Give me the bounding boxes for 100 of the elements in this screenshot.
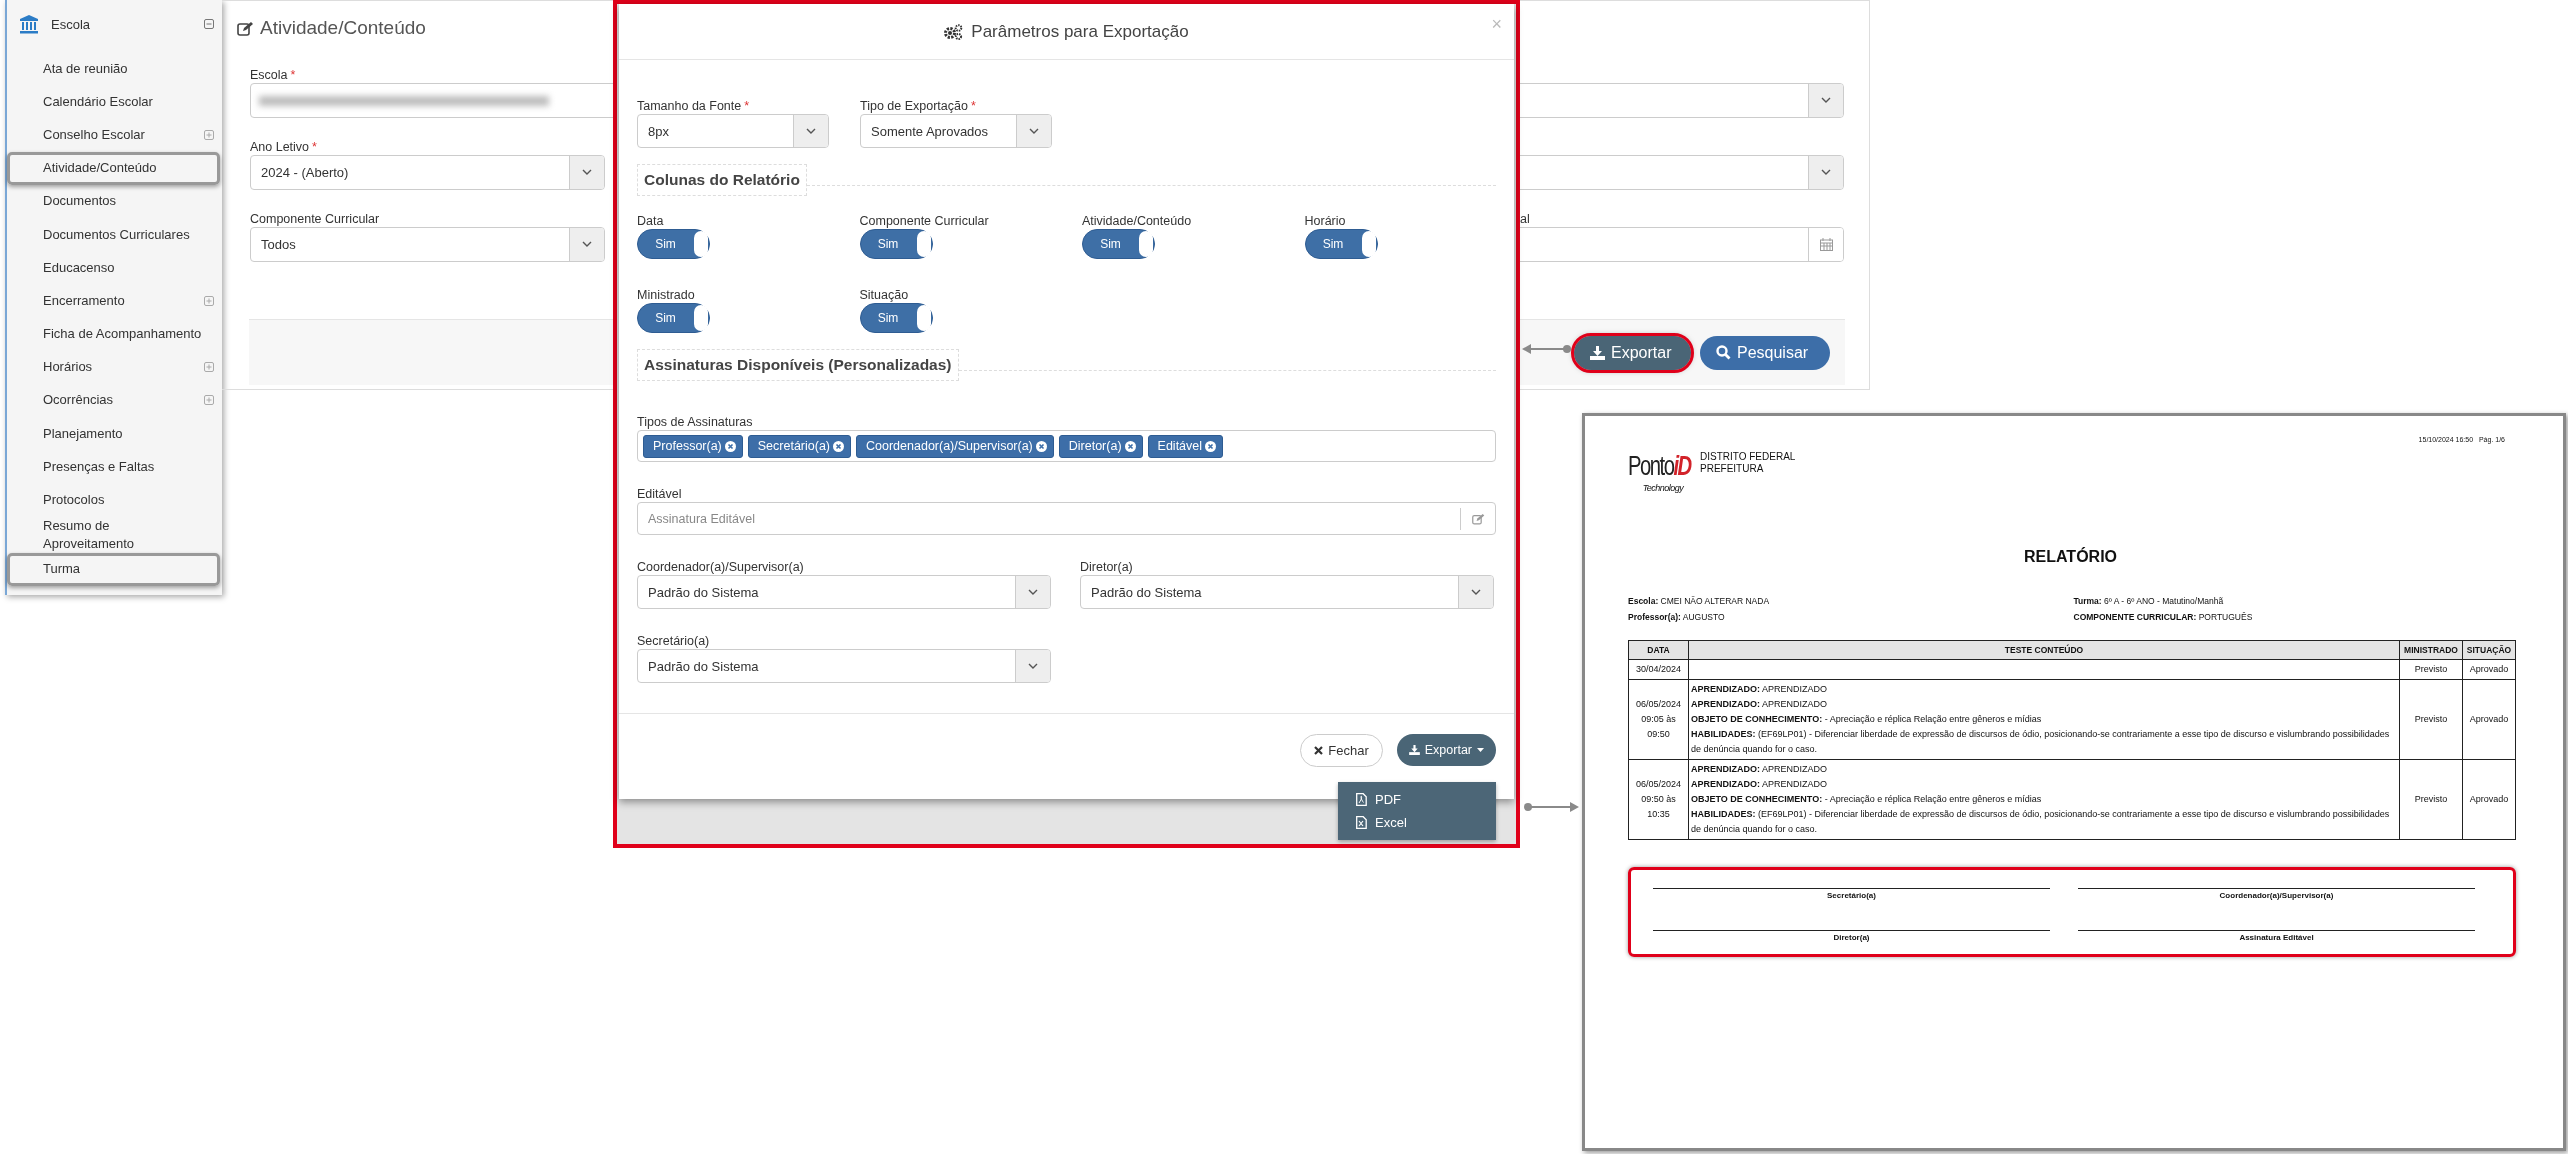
tag: Diretor(a): [1058, 434, 1143, 458]
select-field[interactable]: Todos: [250, 227, 605, 262]
highlighted-menu-item[interactable]: Turma: [7, 552, 220, 586]
search-button[interactable]: Pesquisar: [1700, 335, 1830, 370]
menu-item[interactable]: Excel: [1338, 811, 1496, 834]
caret-icon: [1477, 748, 1484, 752]
chevron-down-icon: [1028, 662, 1038, 670]
edit-icon: [237, 20, 254, 36]
menu-item[interactable]: Resumo de Aproveitamento: [7, 516, 222, 553]
calendar-icon: [1819, 238, 1833, 251]
menu-item[interactable]: PDF: [1338, 788, 1496, 811]
edit-icon: [1471, 512, 1485, 525]
field-label: Tipo de Exportação: [860, 98, 968, 114]
toggle-switch[interactable]: Sim: [1304, 229, 1378, 259]
toggle-switch[interactable]: Sim: [637, 229, 710, 259]
menu-item[interactable]: Planejamento: [7, 417, 222, 451]
bank-icon: [19, 14, 39, 34]
field-label: Diretor(a): [1080, 559, 1133, 575]
organization-name: PREFEITURA: [1700, 463, 1765, 475]
minus-square-icon[interactable]: [204, 19, 214, 29]
highlighted-menu-item[interactable]: Atividade/Conteúdo: [7, 151, 220, 185]
sidebar-section-label[interactable]: Escola: [51, 16, 192, 32]
input-field[interactable]: Assinatura Editável: [638, 510, 1460, 527]
table-cell: Aprovado: [2462, 759, 2516, 840]
select-field[interactable]: 2024 - (Aberto): [250, 155, 605, 190]
section-legend: Assinaturas Disponíveis (Personalizadas): [637, 349, 959, 381]
chevron-down-icon: [1029, 127, 1039, 135]
chevron-down-icon: [1821, 169, 1831, 176]
menu-item[interactable]: Calendário Escolar: [7, 85, 222, 119]
field-label: Tamanho da Fonte: [637, 98, 742, 114]
required-mark: *: [744, 98, 750, 114]
column-header: SITUAÇÃO: [2462, 640, 2516, 660]
close-button[interactable]: Fechar: [1300, 734, 1383, 767]
select-field[interactable]: Padrão do Sistema: [637, 649, 1051, 683]
chevron-down-icon: [1028, 588, 1038, 596]
remove-icon[interactable]: [1124, 440, 1136, 452]
menu-item[interactable]: Documentos Curriculares: [7, 217, 222, 252]
menu-item[interactable]: Encerramento: [7, 284, 222, 318]
signature-line: Secretário(a): [1653, 888, 2050, 900]
chevron-down-icon: [582, 241, 592, 248]
signature-line: Assinatura Editável: [2078, 930, 2475, 942]
remove-icon[interactable]: [1205, 440, 1217, 452]
field-label: Ministrado: [637, 287, 695, 303]
menu-item[interactable]: Ocorrências: [7, 383, 222, 418]
tag: Professor(a): [643, 434, 743, 458]
menu-item[interactable]: Educacenso: [7, 251, 222, 285]
field-label: al: [1520, 212, 1530, 226]
toggle-switch[interactable]: Sim: [859, 229, 933, 259]
menu-item[interactable]: Conselho Escolar: [7, 118, 222, 152]
input-field[interactable]: Assinatura Editável: [637, 502, 1496, 535]
chevron-down-icon: [1471, 588, 1481, 596]
field-label: Coordenador(a)/Supervisor(a): [637, 559, 804, 575]
table-cell: 06/05/2024 09:50 às 10:35: [1628, 759, 1689, 840]
spreadsheet-file-icon: [1356, 816, 1367, 829]
logo: PontoiD: [1628, 451, 1691, 481]
menu-item[interactable]: Horários: [7, 350, 222, 384]
field-label: Data: [637, 213, 664, 229]
field-label: Editável: [637, 486, 682, 502]
field-label: Tipos de Assinaturas: [637, 414, 753, 430]
report-title: RELATÓRIO: [2023, 548, 2118, 566]
tag: Secretário(a): [747, 434, 852, 458]
menu-item[interactable]: Ficha de Acompanhamento: [7, 317, 222, 351]
select-field[interactable]: Padrão do Sistema: [1080, 575, 1494, 609]
pdf-file-icon: [1356, 793, 1367, 806]
toggle-switch[interactable]: Sim: [1082, 229, 1155, 259]
remove-icon[interactable]: [1035, 440, 1047, 452]
remove-icon[interactable]: [833, 440, 845, 452]
toggle-switch[interactable]: Sim: [859, 303, 933, 333]
gears-icon: [944, 23, 964, 40]
tag: Coordenador(a)/Supervisor(a): [856, 434, 1054, 458]
table-cell: Previsto: [2399, 659, 2463, 680]
field-label: Atividade/Conteúdo: [1082, 213, 1192, 229]
required-mark: *: [290, 67, 296, 83]
section-legend: Colunas do Relatório: [637, 164, 807, 196]
menu-item[interactable]: Presenças e Faltas: [7, 450, 222, 484]
remove-icon[interactable]: [724, 440, 736, 452]
close-icon: [1314, 746, 1324, 755]
column-header: DATA: [1628, 640, 1689, 660]
chevron-down-icon: [582, 169, 592, 176]
chevron-down-icon: [1821, 97, 1831, 104]
export-button[interactable]: Exportar: [1574, 335, 1691, 370]
annotation-arrow: [1523, 801, 1579, 813]
menu-item[interactable]: Ata de reunião: [7, 52, 222, 86]
select-field[interactable]: Somente Aprovados: [860, 114, 1052, 148]
table-cell: Previsto: [2399, 679, 2463, 760]
search-icon: [1716, 345, 1731, 360]
select-field[interactable]: 8px: [637, 114, 829, 148]
tag-input[interactable]: Professor(a) Secretário(a) Coordenador(a)/Supervisor(a) Diretor(a) Editável: [637, 430, 1496, 462]
required-mark: *: [312, 139, 317, 155]
field-label: Ano Letivo: [250, 139, 310, 155]
toggle-switch[interactable]: Sim: [637, 303, 710, 333]
report-info: Escola: CMEI NÃO ALTERAR NADA: [1628, 596, 1771, 606]
menu-item[interactable]: Documentos: [7, 184, 222, 218]
tag: Editável: [1147, 434, 1224, 458]
organization-name: DISTRITO FEDERAL: [1700, 451, 1796, 463]
download-icon: [1408, 745, 1420, 755]
menu-item[interactable]: Protocolos: [7, 483, 222, 517]
select-field[interactable]: Padrão do Sistema: [637, 575, 1051, 609]
download-icon: [1590, 345, 1605, 360]
export-dropdown-button[interactable]: Exportar: [1396, 734, 1496, 766]
